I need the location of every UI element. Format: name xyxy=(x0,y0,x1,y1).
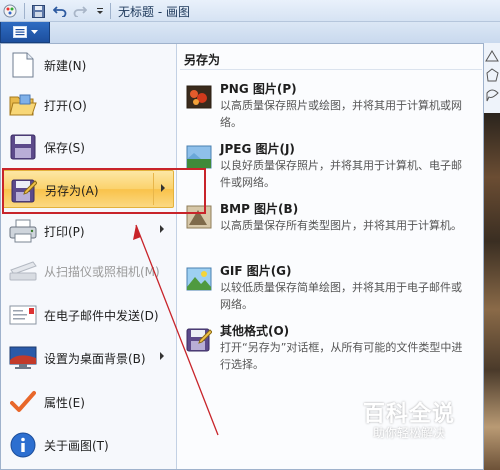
option-description: 以良好质量保存照片，并将其用于计算机、电子邮件或网络。 xyxy=(220,159,462,189)
open-folder-icon xyxy=(8,90,38,120)
canvas-image-edge xyxy=(484,113,500,470)
title-bar: 无标题 - 画图 xyxy=(0,0,500,22)
menu-item-label: 打开(O) xyxy=(44,99,87,113)
menu-item-save[interactable]: 保存(S) xyxy=(2,128,174,166)
menu-item-label: 打印(P) xyxy=(44,225,85,239)
desktop-background-icon xyxy=(8,343,38,373)
menu-item-label: 从扫描仪或照相机(M) xyxy=(44,265,160,279)
option-title: BMP 图片(B) xyxy=(220,202,299,216)
customize-dropdown-icon[interactable] xyxy=(92,3,108,19)
info-icon xyxy=(8,430,38,460)
option-description: 以高质量保存所有类型图片，并将其用于计算机。 xyxy=(220,219,462,232)
option-description: 打开“另存为”对话框，从所有可能的文件类型中进行选择。 xyxy=(220,341,463,371)
menu-item-set-desktop-background[interactable]: 设置为桌面背景(B) xyxy=(2,339,174,377)
option-title: JPEG 图片(J) xyxy=(220,142,295,156)
app-menu-icon xyxy=(12,26,27,38)
scanner-icon xyxy=(8,256,38,286)
option-title: 其他格式(O) xyxy=(220,324,290,338)
menu-item-new[interactable]: 新建(N) xyxy=(2,46,174,84)
ribbon-tab-strip xyxy=(0,22,500,43)
redo-icon[interactable] xyxy=(72,3,88,19)
menu-item-about-paint[interactable]: 关于画图(T) xyxy=(2,426,174,464)
save-disk-icon xyxy=(8,132,38,162)
menu-item-label: 设置为桌面背景(B) xyxy=(44,352,146,366)
menu-item-label: 新建(N) xyxy=(44,59,87,73)
new-document-icon xyxy=(8,50,38,80)
shapes-gallery-edge xyxy=(484,43,500,113)
save-as-gif-option[interactable]: GIF 图片(G) 以较低质量保存简单绘图，并将其用于电子邮件或网络。 xyxy=(180,262,480,320)
properties-check-icon xyxy=(8,387,38,417)
app-menu-button[interactable] xyxy=(0,22,50,43)
window-title: 无标题 - 画图 xyxy=(118,5,190,19)
option-title: PNG 图片(P) xyxy=(220,82,297,96)
save-as-panel-title: 另存为 xyxy=(184,53,221,67)
email-icon xyxy=(8,300,38,330)
option-title: GIF 图片(G) xyxy=(220,264,292,278)
option-description: 以高质量保存照片或绘图，并将其用于计算机或网络。 xyxy=(220,99,462,129)
gif-image-icon xyxy=(184,264,214,294)
annotation-highlight-box xyxy=(2,168,206,214)
panel-divider xyxy=(180,69,482,70)
save-as-png-option[interactable]: PNG 图片(P) 以高质量保存照片或绘图，并将其用于计算机或网络。 xyxy=(180,80,480,138)
menu-item-properties[interactable]: 属性(E) xyxy=(2,383,174,421)
chevron-down-icon xyxy=(30,29,38,34)
watermark-subtitle: 助你轻松解决 xyxy=(373,426,446,440)
submenu-arrow-icon xyxy=(160,352,164,360)
printer-icon xyxy=(8,216,38,246)
save-icon[interactable] xyxy=(30,3,46,19)
menu-item-label: 关于画图(T) xyxy=(44,439,109,453)
save-as-other-formats-option[interactable]: 其他格式(O) 打开“另存为”对话框，从所有可能的文件类型中进行选择。 xyxy=(180,322,480,380)
save-as-jpeg-option[interactable]: JPEG 图片(J) 以良好质量保存照片，并将其用于计算机、电子邮件或网络。 xyxy=(180,140,480,198)
other-formats-icon xyxy=(184,324,214,354)
save-as-bmp-option[interactable]: BMP 图片(B) 以高质量保存所有类型图片，并将其用于计算机。 xyxy=(180,200,480,258)
png-image-icon xyxy=(184,82,214,112)
menu-item-label: 属性(E) xyxy=(44,396,85,410)
undo-icon[interactable] xyxy=(52,3,68,19)
menu-item-label: 保存(S) xyxy=(44,141,85,155)
menu-item-from-scanner[interactable]: 从扫描仪或照相机(M) xyxy=(2,252,174,290)
menu-item-send-email[interactable]: 在电子邮件中发送(D) xyxy=(2,296,174,334)
option-description: 以较低质量保存简单绘图，并将其用于电子邮件或网络。 xyxy=(220,281,462,311)
menu-item-label: 在电子邮件中发送(D) xyxy=(44,309,159,323)
menu-item-print[interactable]: 打印(P) xyxy=(2,212,174,250)
watermark-logo: 百科全说 助你轻松解决 xyxy=(363,396,467,444)
menu-item-open[interactable]: 打开(O) xyxy=(2,86,174,124)
submenu-arrow-icon xyxy=(160,225,164,233)
paint-app-icon[interactable] xyxy=(2,3,18,19)
